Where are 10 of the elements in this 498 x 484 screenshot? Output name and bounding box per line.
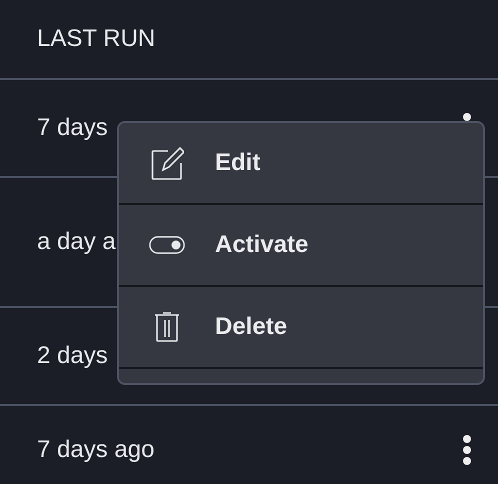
table-cell: 7 days: [37, 114, 108, 142]
table-cell: 2 days: [37, 342, 108, 370]
column-header: LAST RUN: [37, 25, 156, 53]
edit-icon: [150, 146, 184, 180]
trash-icon: [154, 312, 180, 342]
menu-item[interactable]: Edit: [119, 123, 483, 205]
more-button[interactable]: [462, 434, 472, 466]
toggle-icon: [149, 235, 185, 255]
table-cell: 7 days ago: [37, 436, 154, 464]
table-cell: a day a: [37, 228, 116, 256]
